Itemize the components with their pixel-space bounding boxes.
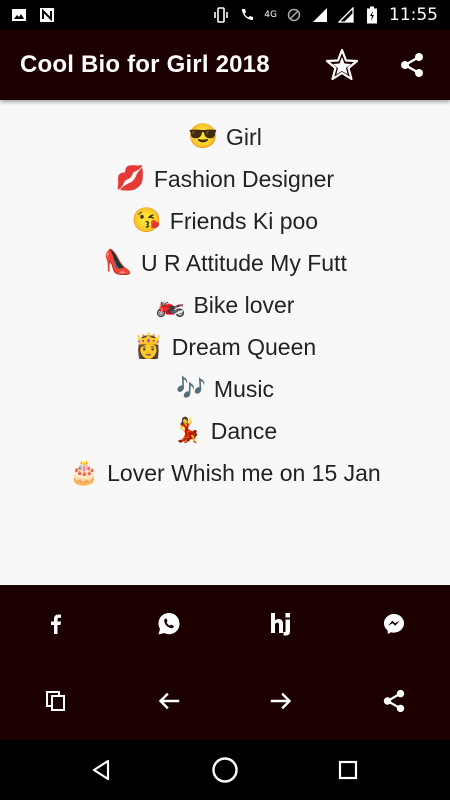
music-notes-emoji-icon: 🎶 — [176, 375, 206, 402]
bio-line-text: Lover Whish me on 15 Jan — [107, 459, 381, 486]
share-apps-row — [0, 585, 450, 662]
network-type-label: 4G — [264, 10, 277, 20]
sunglasses-emoji-icon: 😎 — [188, 123, 219, 150]
signal-2-icon — [337, 6, 355, 24]
copy-icon — [46, 690, 66, 711]
bio-line-text: Fashion Designer — [153, 165, 335, 192]
vibrate-icon — [212, 6, 230, 24]
status-left — [10, 6, 56, 24]
home-button[interactable] — [195, 745, 255, 795]
next-arrow-icon — [271, 692, 292, 709]
copy-button[interactable] — [26, 676, 86, 726]
share-bio-button[interactable] — [364, 676, 424, 726]
status-bar: 4G 11:55 — [0, 0, 450, 30]
favorite-button[interactable] — [322, 45, 362, 85]
birthday-cake-emoji-icon: 🎂 — [69, 459, 100, 486]
recents-button[interactable] — [318, 745, 378, 795]
clock: 11:55 — [389, 5, 438, 25]
share-hike-button[interactable] — [251, 599, 311, 649]
star-icon — [325, 48, 359, 81]
status-right: 4G 11:55 — [212, 5, 438, 25]
image-notification-icon — [10, 6, 28, 24]
bio-line[interactable]: 🎂 Lover Whish me on 15 Jan — [0, 452, 450, 494]
back-icon — [92, 759, 109, 781]
previous-button[interactable] — [139, 676, 199, 726]
app-bar: Cool Bio for Girl 2018 — [0, 30, 450, 100]
share-whatsapp-button[interactable] — [139, 599, 199, 649]
system-nav-bar — [0, 740, 450, 800]
recents-icon — [339, 760, 358, 780]
previous-arrow-icon — [158, 692, 179, 709]
bio-line-text: Dream Queen — [171, 333, 317, 360]
bio-line[interactable]: 🎶 Music — [0, 368, 450, 410]
bio-line-text: Girl — [226, 123, 262, 150]
share-icon — [383, 689, 404, 712]
home-icon — [212, 757, 238, 783]
bio-line[interactable]: 😘 Friends Ki poo — [0, 200, 450, 242]
princess-emoji-icon: 👸 — [133, 333, 164, 360]
share-app-button[interactable] — [392, 45, 432, 85]
lips-emoji-icon: 💋 — [115, 165, 146, 192]
bio-line-text: Friends Ki poo — [169, 207, 319, 234]
bio-line[interactable]: 💋 Fashion Designer — [0, 158, 450, 200]
whatsapp-icon — [158, 612, 180, 634]
bio-line-text: Bike lover — [193, 291, 295, 318]
bio-line[interactable]: 👠 U R Attitude My Futt — [0, 242, 450, 284]
share-messenger-button[interactable] — [364, 599, 424, 649]
bio-line[interactable]: 😎 Girl — [0, 116, 450, 158]
share-facebook-button[interactable] — [26, 599, 86, 649]
dancer-emoji-icon: 💃 — [172, 417, 203, 444]
signal-icon — [311, 6, 329, 24]
bio-line[interactable]: 👸 Dream Queen — [0, 326, 450, 368]
app-title: Cool Bio for Girl 2018 — [20, 51, 270, 78]
high-heel-emoji-icon: 👠 — [103, 249, 134, 276]
actions-row — [0, 662, 450, 739]
bio-line-text: Music — [213, 375, 274, 402]
bio-line-text: Dance — [210, 417, 278, 444]
hike-icon — [271, 612, 291, 635]
motorcycle-emoji-icon: 🏍️ — [155, 291, 186, 318]
n-notification-icon — [38, 6, 56, 24]
facebook-icon — [51, 614, 62, 634]
messenger-icon — [383, 613, 404, 634]
next-button[interactable] — [251, 676, 311, 726]
share-icon — [401, 53, 423, 77]
share-bar — [0, 585, 450, 740]
bio-content: 😎 Girl 💋 Fashion Designer 😘 Friends Ki p… — [0, 100, 450, 585]
battery-icon — [363, 6, 381, 24]
data-saver-icon — [285, 6, 303, 24]
kiss-face-emoji-icon: 😘 — [131, 207, 162, 234]
bio-line[interactable]: 💃 Dance — [0, 410, 450, 452]
bio-line-text: U R Attitude My Futt — [141, 249, 347, 276]
back-button[interactable] — [72, 745, 132, 795]
bio-line[interactable]: 🏍️ Bike lover — [0, 284, 450, 326]
call-icon — [238, 6, 256, 24]
